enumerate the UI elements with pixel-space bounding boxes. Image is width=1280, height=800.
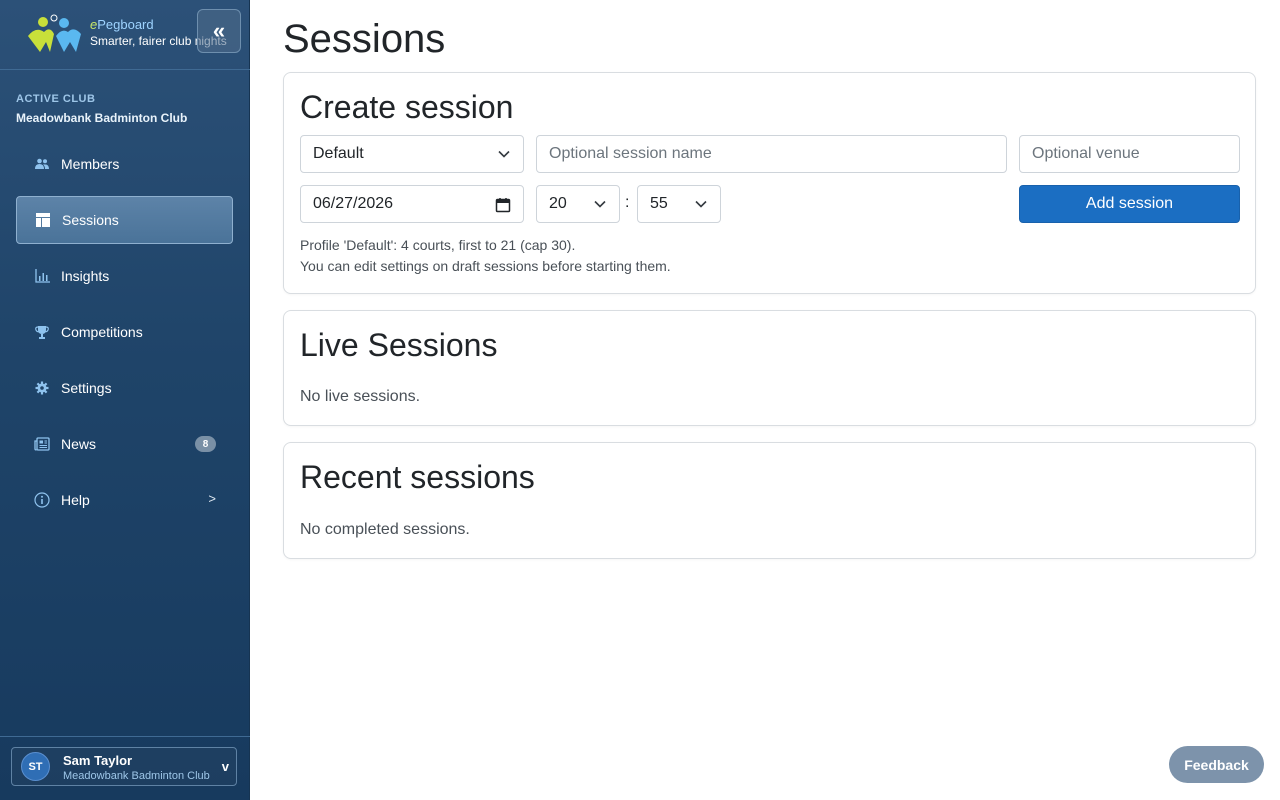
brand-header: ePegboard Smarter, fairer club nights « bbox=[0, 0, 250, 70]
create-session-heading: Create session bbox=[300, 89, 514, 125]
chevron-down-icon bbox=[695, 200, 707, 208]
profile-info-text: Profile 'Default': 4 courts, first to 21… bbox=[300, 237, 576, 253]
add-session-button[interactable]: Add session bbox=[1019, 185, 1240, 223]
recent-sessions-heading: Recent sessions bbox=[300, 459, 535, 495]
create-session-card: Create session Default Optional session … bbox=[283, 72, 1256, 294]
user-club: Meadowbank Badminton Club bbox=[63, 770, 210, 782]
sidebar-item-help[interactable]: Help > bbox=[16, 476, 233, 524]
sidebar-item-news[interactable]: News 8 bbox=[16, 420, 233, 468]
date-input[interactable]: 06/27/2026 bbox=[300, 185, 524, 223]
chevron-down-icon bbox=[498, 150, 510, 158]
recent-sessions-card: Recent sessions No completed sessions. bbox=[283, 442, 1256, 559]
sidebar-item-settings[interactable]: Settings bbox=[16, 364, 233, 412]
live-sessions-card: Live Sessions No live sessions. bbox=[283, 310, 1256, 426]
sidebar-item-sessions[interactable]: Sessions bbox=[16, 196, 233, 244]
user-menu[interactable]: ST Sam Taylor Meadowbank Badminton Club … bbox=[11, 747, 237, 786]
sidebar-item-label: Help bbox=[61, 492, 90, 508]
time-separator: : bbox=[625, 194, 630, 211]
feedback-button[interactable]: Feedback bbox=[1169, 746, 1264, 783]
trophy-icon bbox=[34, 324, 50, 340]
sessions-icon bbox=[35, 212, 51, 228]
chevron-right-icon: > bbox=[208, 491, 216, 506]
minute-value: 55 bbox=[650, 195, 668, 212]
chevron-down-icon bbox=[594, 200, 606, 208]
brand-name-text: Pegboard bbox=[97, 17, 154, 32]
page-title: Sessions bbox=[283, 17, 446, 61]
user-name: Sam Taylor bbox=[63, 753, 133, 768]
sidebar-item-label: News bbox=[61, 436, 97, 452]
gear-icon bbox=[34, 380, 50, 396]
venue-placeholder: Optional venue bbox=[1032, 145, 1140, 162]
date-value: 06/27/2026 bbox=[313, 195, 394, 212]
avatar: ST bbox=[21, 752, 50, 781]
session-name-input[interactable]: Optional session name bbox=[536, 135, 1007, 173]
minute-select[interactable]: 55 bbox=[637, 185, 721, 223]
brand-name: ePegboard bbox=[90, 17, 154, 32]
sidebar-item-label: Settings bbox=[61, 380, 112, 396]
sidebar-item-members[interactable]: Members bbox=[16, 140, 233, 188]
sidebar-item-label: Competitions bbox=[61, 324, 143, 340]
help-icon bbox=[34, 492, 50, 508]
calendar-icon[interactable] bbox=[495, 197, 511, 213]
divider bbox=[0, 736, 250, 737]
sidebar: ePegboard Smarter, fairer club nights « … bbox=[0, 0, 250, 800]
sidebar-item-label: Insights bbox=[61, 268, 110, 284]
profile-select-value: Default bbox=[313, 145, 364, 162]
hour-select[interactable]: 20 bbox=[536, 185, 620, 223]
live-sessions-empty: No live sessions. bbox=[300, 388, 421, 405]
sidebar-item-label: Sessions bbox=[62, 212, 119, 228]
edit-info-text: You can edit settings on draft sessions … bbox=[300, 258, 671, 274]
venue-input[interactable]: Optional venue bbox=[1019, 135, 1240, 173]
sidebar-item-insights[interactable]: Insights bbox=[16, 252, 233, 300]
news-count-badge: 8 bbox=[195, 436, 216, 452]
sidebar-item-competitions[interactable]: Competitions bbox=[16, 308, 233, 356]
news-icon bbox=[34, 436, 50, 452]
insights-icon bbox=[34, 268, 50, 284]
recent-sessions-empty: No completed sessions. bbox=[300, 521, 470, 538]
live-sessions-heading: Live Sessions bbox=[300, 327, 498, 363]
members-icon bbox=[34, 156, 50, 172]
collapse-sidebar-button[interactable]: « bbox=[197, 9, 241, 53]
double-chevron-left-icon: « bbox=[212, 18, 226, 43]
epegboard-logo bbox=[28, 14, 81, 52]
chevron-down-icon: v bbox=[221, 759, 229, 774]
active-club-label: ACTIVE CLUB bbox=[16, 93, 96, 105]
profile-select[interactable]: Default bbox=[300, 135, 524, 173]
hour-value: 20 bbox=[549, 195, 567, 212]
active-club-name: Meadowbank Badminton Club bbox=[16, 111, 188, 125]
sidebar-item-label: Members bbox=[61, 156, 120, 172]
session-name-placeholder: Optional session name bbox=[549, 145, 712, 162]
